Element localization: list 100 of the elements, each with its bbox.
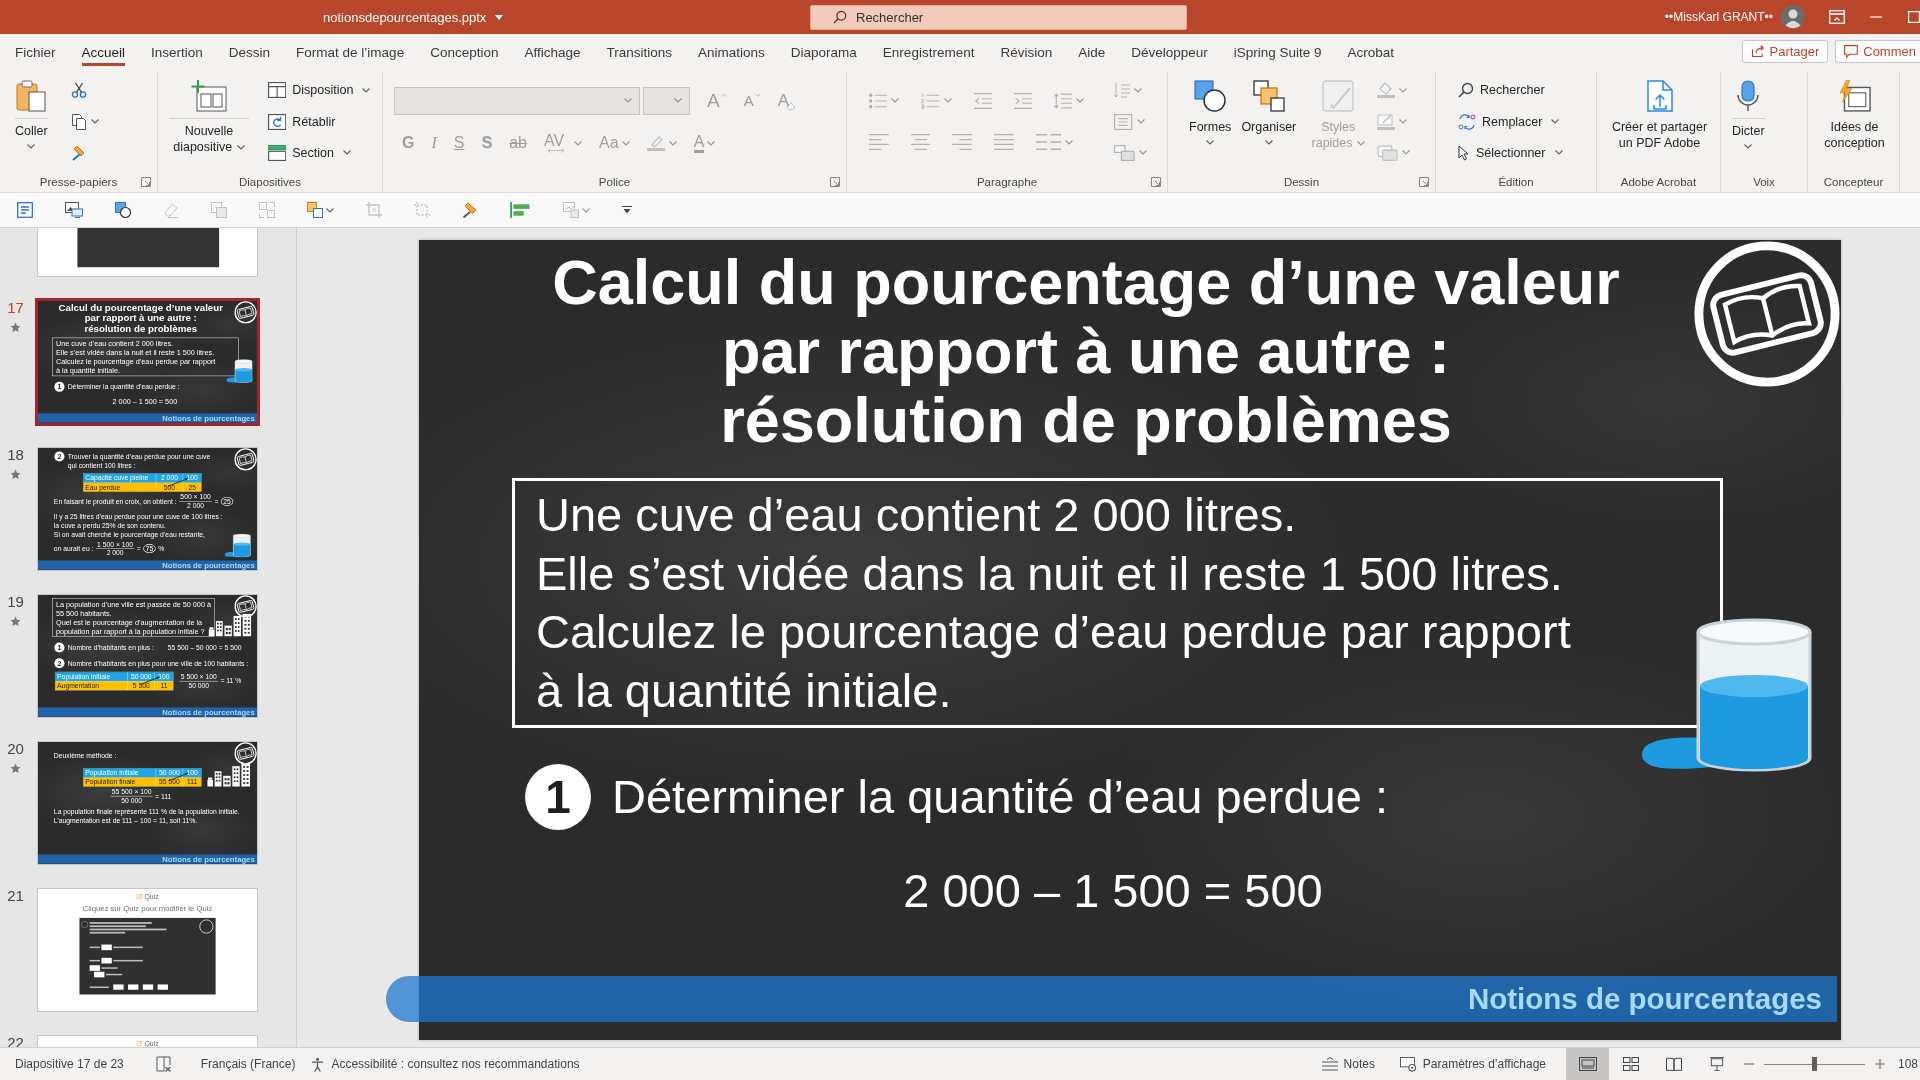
slide-number: 18 — [7, 446, 24, 463]
menu-tab[interactable]: iSpring Suite 9 — [1233, 36, 1322, 66]
footer-title: Notions de pourcentages — [1467, 982, 1822, 1016]
layout-button[interactable]: Disposition — [268, 78, 371, 103]
search-field[interactable]: Rechercher — [810, 4, 1187, 30]
search-icon — [833, 10, 847, 24]
find-button[interactable]: Rechercher — [1458, 78, 1545, 103]
speech-bubble-icon — [1844, 44, 1859, 58]
two-pages-icon — [70, 113, 87, 130]
shapes-button[interactable]: Formes — [1186, 71, 1235, 172]
group-label: Adobe Acrobat — [1620, 176, 1697, 188]
accessibility-button[interactable]: Accessibilité : consultez nos recommandations — [310, 1048, 580, 1080]
menu-tab[interactable]: Animations — [698, 36, 765, 66]
arranged-squares-icon — [307, 202, 323, 218]
step-number: 1 — [525, 764, 591, 830]
slide-counter: Diapositive 17 de 23 — [15, 1057, 124, 1071]
replace-button[interactable]: Remplacer — [1458, 109, 1560, 134]
ribbon-display-icon[interactable] — [1829, 10, 1845, 24]
menu-tab[interactable]: Diaporama — [790, 36, 857, 66]
section-button[interactable]: Section — [268, 140, 351, 165]
avatar-icon[interactable] — [1781, 5, 1805, 29]
share-button[interactable]: Partager — [1741, 39, 1829, 63]
caret-down-icon[interactable] — [495, 14, 504, 20]
menu-tab[interactable]: Conception — [430, 36, 499, 66]
dialog-launcher-icon[interactable] — [141, 177, 151, 187]
new-slide-button[interactable]: Nouvelle diapositive — [166, 71, 252, 172]
group-label: Diapositives — [239, 176, 301, 188]
align-left-icon — [869, 134, 889, 151]
menu-tab[interactable]: Affichage — [524, 36, 581, 66]
caret-down-icon — [754, 92, 761, 97]
menu-tab[interactable]: Accueil — [81, 36, 126, 66]
slide-title: Calcul du pourcentage d’une valeur par rapport à une autre : résolution de problèmes — [58, 301, 223, 334]
paintbrush-icon — [462, 202, 478, 218]
slide-plus-icon — [191, 80, 227, 112]
menu-tab[interactable]: Dessin — [228, 36, 271, 66]
book-cross-icon[interactable] — [155, 1056, 172, 1072]
file-name[interactable]: notionsdepourcentages.pptx — [323, 9, 487, 25]
highlighter-icon — [646, 135, 665, 152]
menu-tab[interactable]: Acrobat — [1347, 36, 1395, 66]
clipboard-icon — [16, 80, 47, 112]
slide-title: Calcul du pourcentage d’une valeur par rapport à une autre : résolution de problèmes — [552, 248, 1620, 455]
paste-button[interactable]: Coller — [12, 71, 51, 172]
slide-number: 22 — [7, 1034, 24, 1047]
arrow-lines-icon — [1114, 82, 1131, 99]
notes-button[interactable]: Notes — [1321, 1048, 1375, 1080]
dialog-launcher-icon[interactable] — [830, 177, 840, 187]
slashed-frame-bar-icon — [1377, 113, 1396, 130]
square-circle-icon — [1194, 80, 1227, 112]
microphone-icon — [1737, 80, 1760, 112]
menu-tab[interactable]: Fichier — [15, 36, 56, 66]
menu-tab[interactable]: Aide — [1078, 36, 1106, 66]
water-glass-icon — [224, 533, 251, 557]
cursor-icon — [1458, 144, 1470, 161]
normal-view-button[interactable] — [1566, 1048, 1609, 1080]
slide-number: 17 — [7, 299, 24, 316]
document-upload-icon — [1646, 80, 1673, 112]
plus-icon[interactable] — [1875, 1059, 1885, 1069]
numbered-list-icon — [921, 92, 940, 109]
select-button[interactable]: Sélectionner — [1458, 140, 1563, 165]
bulleted-list-icon — [869, 92, 888, 109]
create-pdf-button[interactable]: Créer et partager un PDF Adobe — [1605, 71, 1714, 172]
section-icon — [268, 144, 287, 161]
dictate-button[interactable]: Dicter — [1729, 71, 1768, 172]
eraser-icon — [163, 202, 179, 218]
buildings-icon — [208, 613, 252, 636]
menu-tab[interactable]: Révision — [1000, 36, 1053, 66]
comments-button[interactable]: Commen — [1835, 39, 1920, 63]
slider-thumb[interactable] — [1812, 1057, 1817, 1071]
double-arrow-icon — [547, 148, 566, 154]
language-button[interactable]: Français (France) — [200, 1057, 296, 1071]
overlapping-boxes-icon — [1114, 144, 1135, 161]
align-right-icon — [952, 134, 973, 151]
crop-dashed-icon — [414, 202, 430, 218]
menu-tab[interactable]: Transitions — [606, 36, 673, 66]
menu-tab[interactable]: Insertion — [151, 36, 203, 66]
menu-tab[interactable]: Enregistrement — [882, 36, 975, 66]
indent-icon — [1013, 92, 1033, 109]
picture-select-icon — [562, 202, 579, 218]
dialog-launcher-icon[interactable] — [1419, 177, 1429, 187]
user-name[interactable]: ••MissKarl GRANT•• — [1664, 10, 1773, 24]
crop-icon — [366, 202, 382, 218]
group-label: Police — [598, 176, 631, 188]
accessibility-icon — [310, 1056, 326, 1072]
dialog-launcher-icon[interactable] — [1151, 177, 1161, 187]
reset-button[interactable]: Rétablir — [268, 109, 336, 134]
zoom-percent[interactable]: 108 — [1898, 1057, 1920, 1071]
scissors-icon — [70, 82, 87, 99]
search-icon — [1458, 82, 1474, 99]
arrange-button[interactable]: Organiser — [1238, 71, 1300, 172]
slide-number: 19 — [7, 593, 24, 610]
slide-thumbnail[interactable] — [35, 297, 260, 426]
share-icon — [1750, 44, 1765, 58]
design-ideas-button[interactable]: Idées de conception — [1816, 71, 1893, 172]
swap-arrows-icon — [1458, 113, 1476, 130]
menu-tab[interactable]: Format de l’image — [296, 36, 405, 66]
normal-view-icon — [1578, 1057, 1597, 1071]
display-settings-button[interactable]: Paramètres d’affichage — [1399, 1048, 1546, 1080]
maximize-icon[interactable] — [1908, 11, 1920, 23]
step-text: Déterminer la quantité d’eau perdue : — [612, 769, 1388, 825]
menu-tab[interactable]: Développeur — [1131, 36, 1208, 66]
